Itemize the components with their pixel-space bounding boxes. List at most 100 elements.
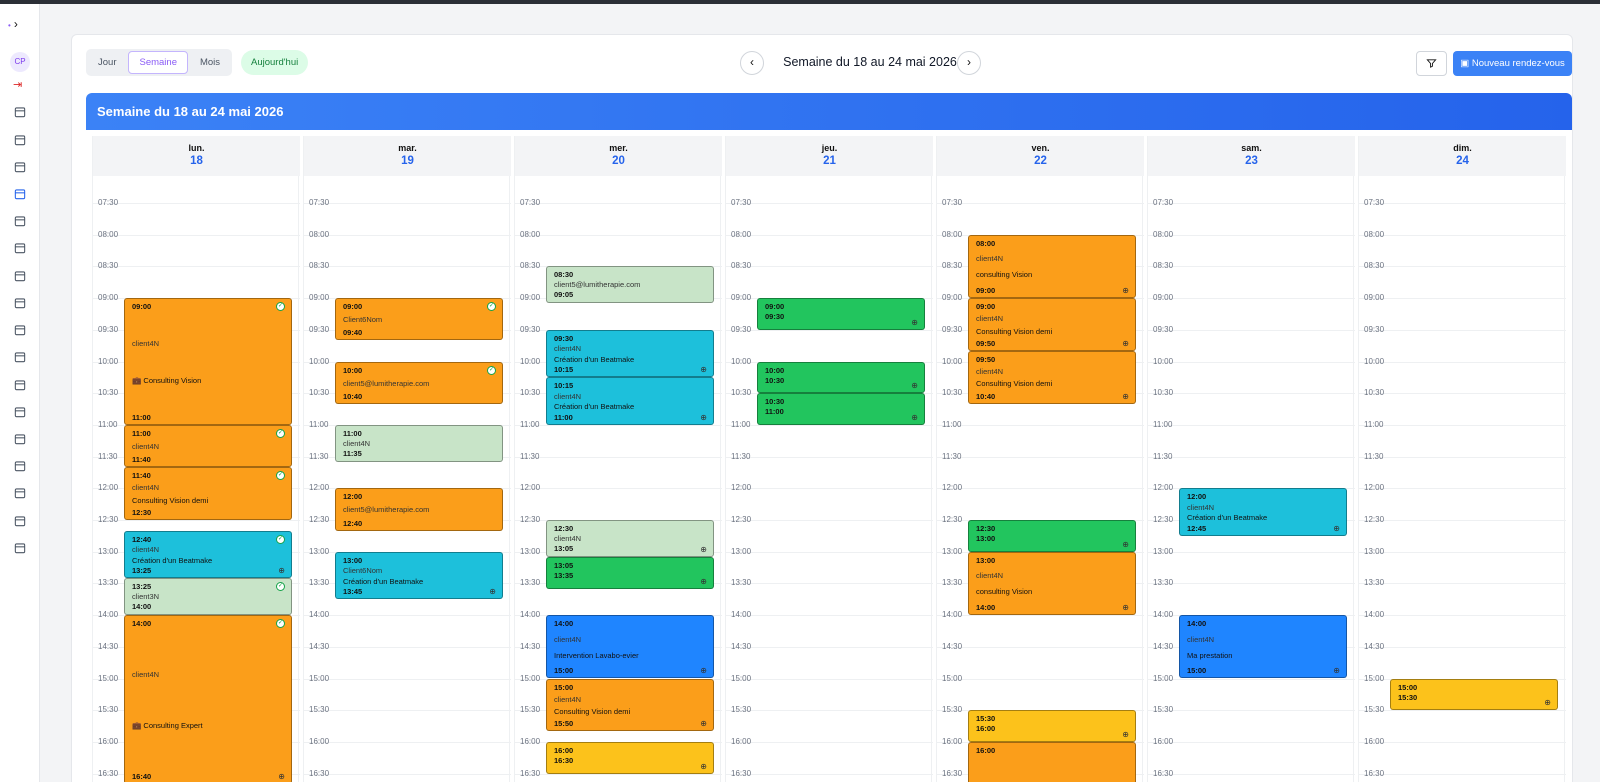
gift-icon[interactable] (11, 376, 29, 394)
time-label: 11:30 (309, 451, 329, 461)
target-icon: ⊕ (700, 544, 707, 554)
event-end-time: 11:00 (765, 407, 784, 417)
day-column: ven. 22 07:30 08:00 08:30 09:00 09:30 10:00 10:3… (936, 136, 1144, 782)
event-client: client4N (132, 339, 160, 349)
event-start-time: 14:00 (554, 619, 574, 629)
time-label: 11:30 (731, 451, 751, 461)
appointment-event[interactable]: 14:00 client4N Ma prestation 15:00 ⊕ (1179, 615, 1347, 679)
hour-line (1148, 393, 1355, 395)
appointment-event[interactable]: 13:05 13:35 ⊕ (546, 556, 714, 589)
appointment-event[interactable]: 14:00 client4N Intervention Lavabo-evier 15… (546, 615, 714, 679)
shield-alert-icon[interactable] (11, 457, 29, 475)
gear-icon[interactable] (11, 539, 29, 557)
appointment-event[interactable]: 13:00 Client6Nom Création d'un Beatmake 13:… (335, 551, 503, 600)
hand-icon[interactable] (11, 158, 29, 176)
next-week-button[interactable]: › (957, 51, 981, 75)
time-label: 14:00 (520, 610, 541, 620)
chart-icon[interactable] (11, 267, 29, 285)
event-end-time: 15:00 (1187, 666, 1207, 676)
appointment-event[interactable]: 12:00 client5@lumitherapie.com 12:40 (335, 488, 503, 531)
appointment-event[interactable]: 10:00 10:30 ⊕ (757, 361, 925, 394)
hour-line (1148, 773, 1355, 775)
event-start-time: 10:00 (343, 365, 363, 375)
appointment-event[interactable]: 15:00 client4N Consulting Vision demi 15:50… (546, 678, 714, 732)
appointment-event[interactable]: 10:00 client5@lumitherapie.com 10:40 ✓ (335, 361, 503, 404)
time-label: 15:30 (1364, 705, 1385, 715)
appointment-event[interactable]: 11:00 client4N 11:40 ✓ (124, 424, 292, 468)
appointment-event[interactable]: 10:15 client4N Création d'un Beatmake 11:00… (546, 377, 714, 425)
filter-button[interactable] (1416, 51, 1447, 76)
appointment-event[interactable]: 09:00 09:30 ⊕ (757, 298, 925, 330)
appointment-event[interactable]: 14:00 client4N 💼 Consulting Expert 16:40 ✓ ⊕ (124, 615, 292, 782)
appointment-event[interactable]: 11:00 client4N 11:35 (335, 424, 503, 462)
appointment-event[interactable]: 15:30 16:00 ⊕ (968, 710, 1136, 742)
shield-check-icon[interactable] (11, 512, 29, 530)
event-start-time: 12:00 (1187, 492, 1207, 502)
time-label: 13:00 (520, 546, 541, 556)
appointment-event[interactable]: 09:00 client4N 💼 Consulting Vision 11:00 ✓ (124, 298, 292, 425)
view-day-tab[interactable]: Jour (88, 51, 126, 74)
today-button[interactable]: Aujourd'hui (241, 50, 309, 75)
appointment-event[interactable]: 16:00 16:30 ⊕ (546, 741, 714, 774)
time-label: 09:30 (942, 324, 963, 334)
time-label: 11:30 (942, 451, 962, 461)
hour-line (1148, 741, 1355, 743)
event-end-time: 10:15 (554, 365, 574, 375)
calendar-check-icon[interactable] (11, 185, 29, 203)
appointment-event[interactable]: 12:30 client4N 13:05 ⊕ (546, 520, 714, 557)
event-end-time: 15:30 (1398, 692, 1418, 702)
sidebar-toggle-button[interactable]: • › (8, 17, 18, 31)
appointment-event[interactable]: 11:40 client4N Consulting Vision demi 12:30… (124, 467, 292, 520)
event-client: client5@lumitherapie.com (343, 378, 430, 388)
event-client: client3N (132, 592, 160, 602)
appointment-event[interactable]: 09:00 Client6Nom 09:40 ✓ (335, 298, 503, 341)
appointment-event[interactable]: 12:00 client4N Création d'un Beatmake 12:45… (1179, 488, 1347, 536)
appointment-event[interactable]: 12:30 13:00 ⊕ (968, 520, 1136, 552)
appointment-event[interactable]: 15:00 15:30 ⊕ (1390, 678, 1558, 711)
appointment-event[interactable]: 10:30 11:00 ⊕ (757, 393, 925, 425)
target-icon: ⊕ (700, 365, 707, 375)
new-appointment-button[interactable]: ▣ Nouveau rendez-vous (1453, 51, 1572, 76)
bar-chart-icon[interactable] (11, 294, 29, 312)
time-label: 12:00 (520, 483, 541, 493)
target-icon: ⊕ (700, 412, 707, 422)
bell-icon[interactable] (11, 348, 29, 366)
home-icon[interactable] (11, 103, 29, 121)
event-client: client4N (554, 344, 582, 354)
time-label: 15:00 (1153, 673, 1174, 683)
time-label: 16:30 (520, 768, 541, 778)
user-group-icon[interactable] (11, 321, 29, 339)
appointment-event[interactable]: 09:50 client4N Consulting Vision demi 10:40… (968, 350, 1136, 404)
event-start-time: 15:00 (1398, 682, 1418, 692)
target-icon: ⊕ (1122, 286, 1129, 296)
appointment-event[interactable]: 08:00 client4N consulting Vision 09:00 ⊕ (968, 234, 1136, 299)
send-icon[interactable] (11, 403, 29, 421)
appointment-event[interactable]: 13:25 client3N 14:00 ✓ (124, 578, 292, 616)
appointment-event[interactable]: 16:00client4N (968, 741, 1136, 782)
appointment-event[interactable]: 12:40 client4N Création d'un Beatmake 13:25… (124, 530, 292, 579)
view-week-tab[interactable]: Semaine (128, 51, 188, 74)
logout-icon[interactable]: ⇥ (13, 78, 22, 91)
time-label: 13:30 (942, 578, 963, 588)
day-column: jeu. 21 07:30 08:00 08:30 09:00 09:30 10:00 10:3… (725, 136, 933, 782)
hour-line (1148, 710, 1355, 712)
calendar-done-icon[interactable] (11, 239, 29, 257)
hour-line (1359, 583, 1566, 585)
event-service: Consulting Vision demi (976, 379, 1053, 389)
time-label: 12:30 (1153, 515, 1174, 524)
event-service: Ma prestation (1187, 650, 1233, 660)
appointment-event[interactable]: 09:00 client4N Consulting Vision demi 09:50… (968, 298, 1136, 351)
appointment-event[interactable]: 08:30 client5@lumitherapie.com 09:05 (546, 266, 714, 304)
appointment-event[interactable]: 13:00 client4N consulting Vision 14:00 ⊕ (968, 551, 1136, 616)
view-month-tab[interactable]: Mois (190, 51, 230, 74)
hour-line (93, 520, 300, 521)
shield-icon[interactable] (11, 430, 29, 448)
time-label: 09:00 (309, 293, 330, 303)
hour-line (726, 741, 933, 743)
target-icon: ⊕ (278, 566, 285, 576)
document-icon[interactable] (11, 484, 29, 502)
avatar[interactable]: CP (10, 52, 30, 72)
calendar-icon[interactable] (11, 212, 29, 230)
users-icon[interactable] (11, 131, 29, 149)
appointment-event[interactable]: 09:30 client4N Création d'un Beatmake 10:15… (546, 329, 714, 378)
